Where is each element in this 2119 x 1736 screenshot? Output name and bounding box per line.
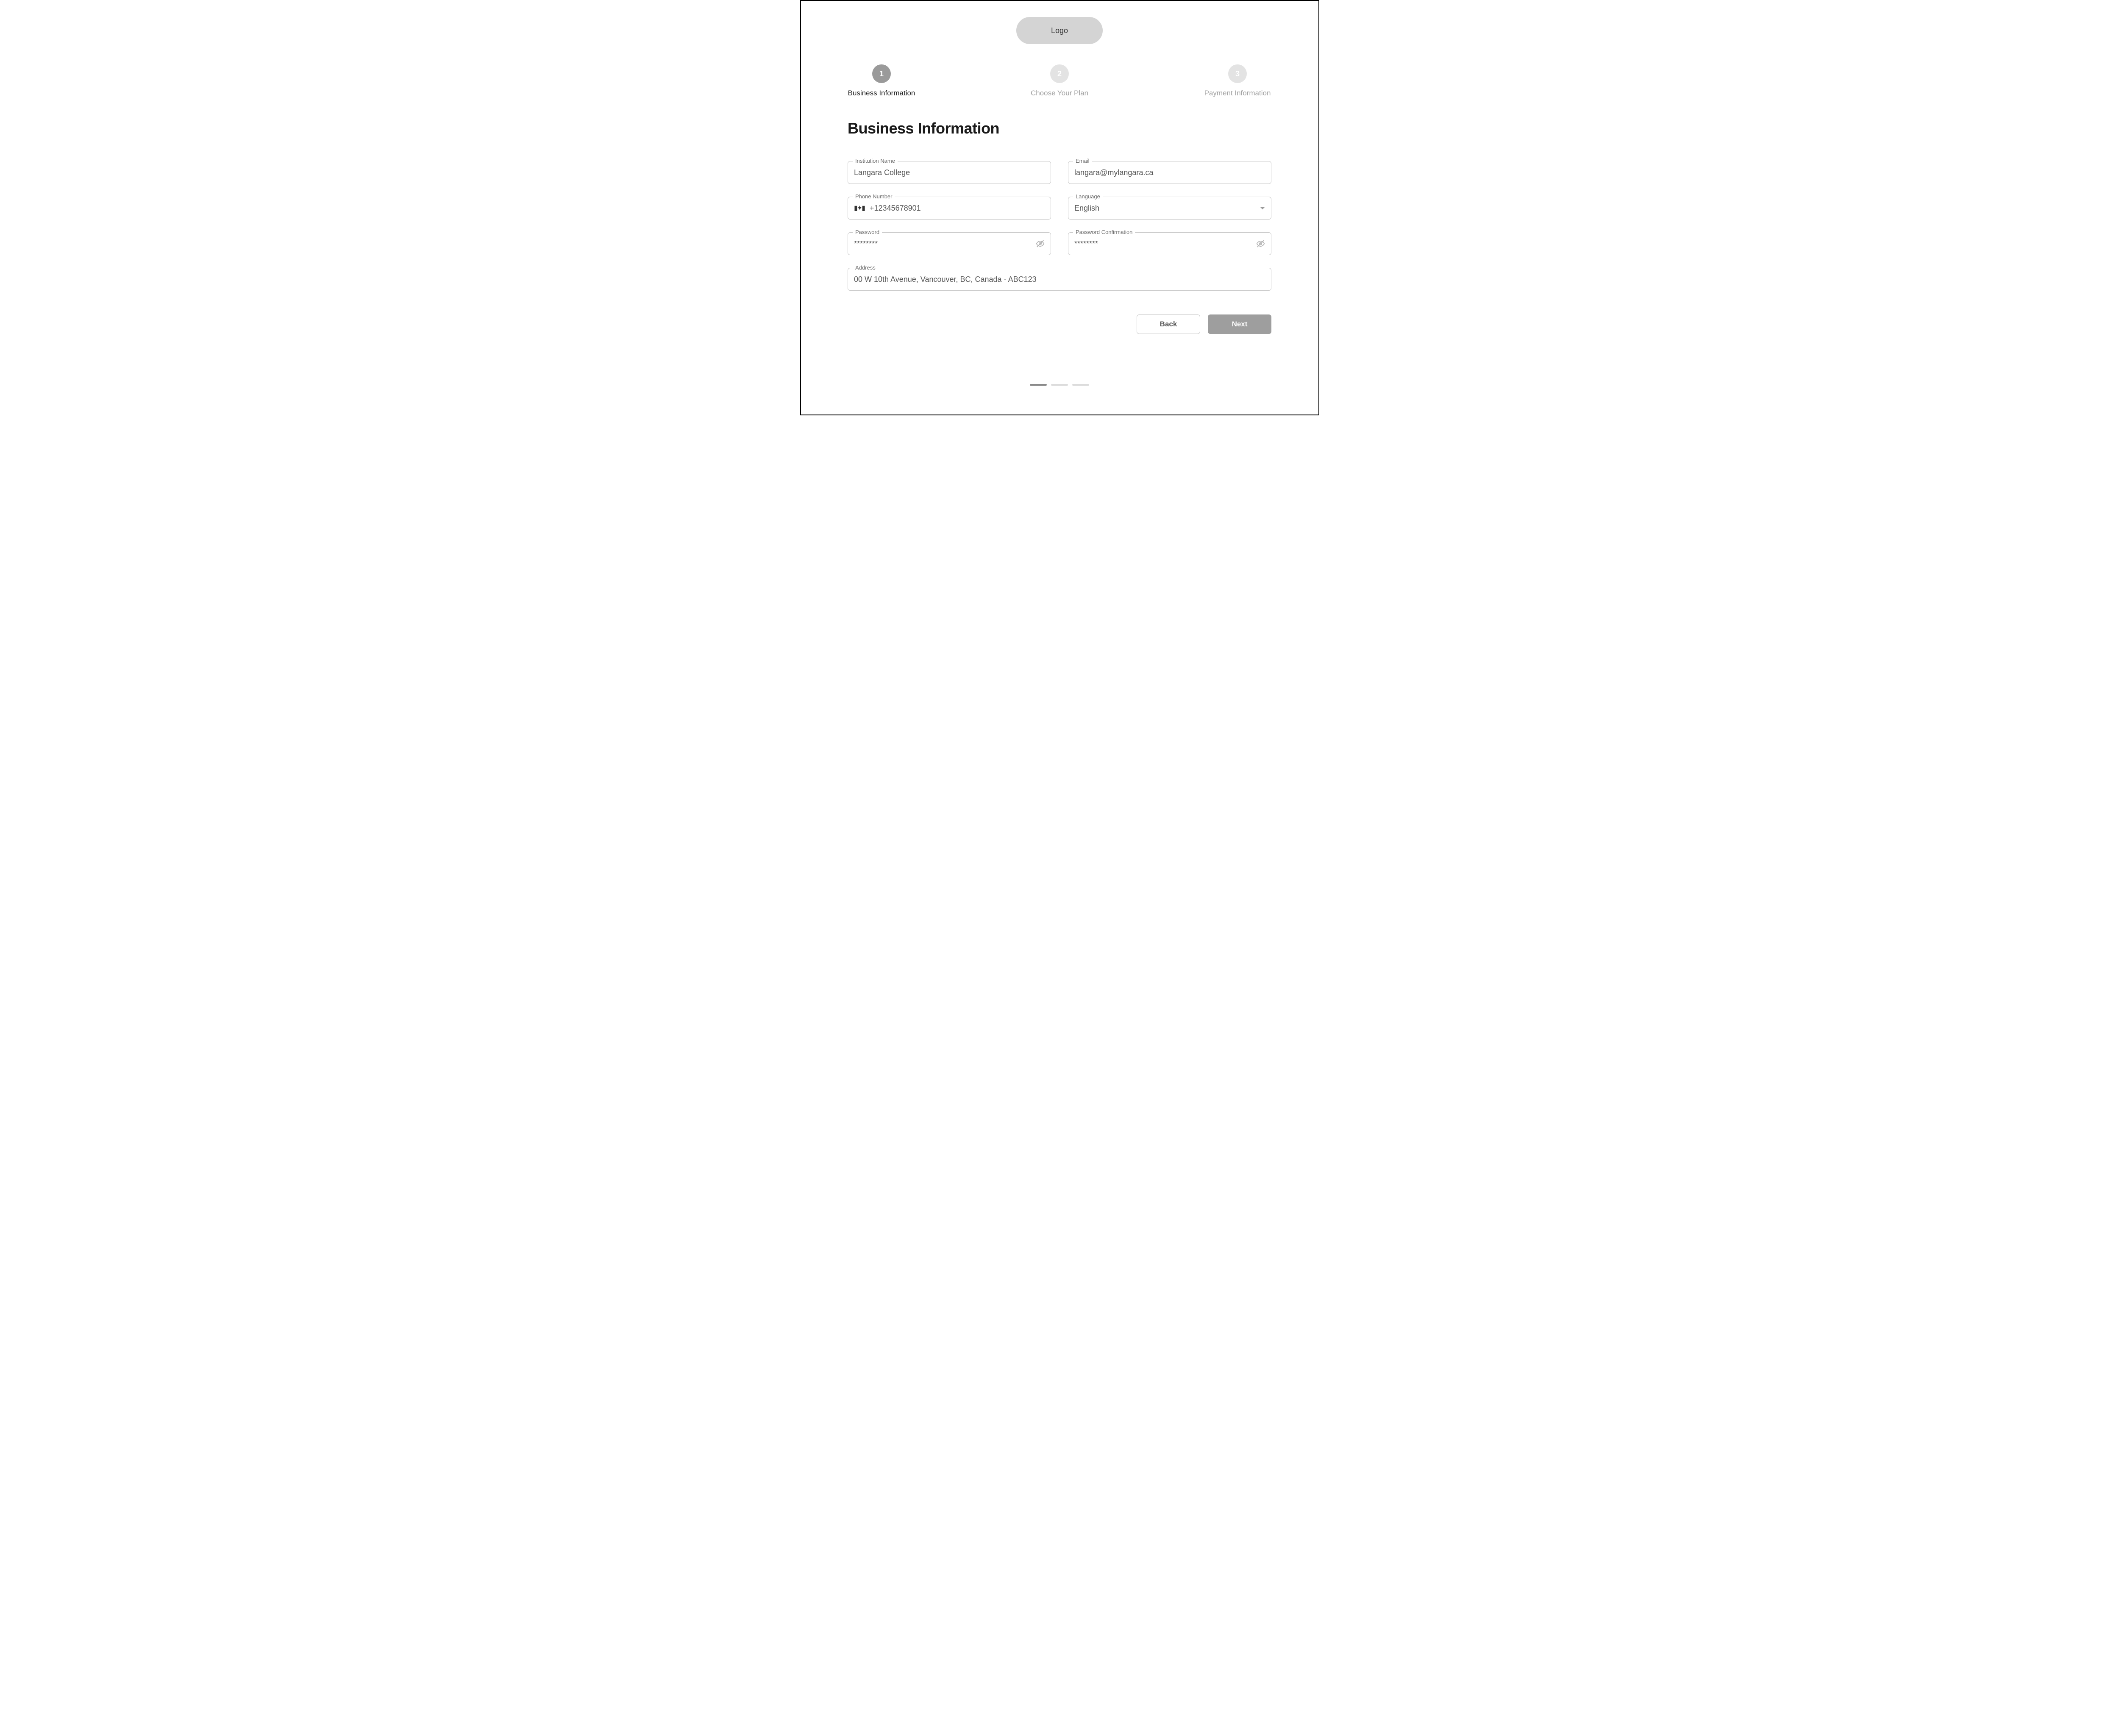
step-label: Business Information (848, 89, 915, 97)
field-label: Password (853, 229, 882, 235)
password-confirmation-input-box[interactable] (1068, 232, 1271, 255)
address-field: Address (848, 268, 1271, 291)
field-label: Institution Name (853, 158, 898, 164)
address-input[interactable] (854, 275, 1265, 284)
form: Institution Name Email Phone Number ▮✦▮ (848, 161, 1271, 291)
step-label: Choose Your Plan (1031, 89, 1088, 97)
logo-label: Logo (1051, 26, 1068, 35)
step-number: 3 (1228, 64, 1247, 83)
page-title: Business Information (848, 120, 1271, 137)
back-button[interactable]: Back (1137, 314, 1200, 334)
stepper: 1 Business Information 2 Choose Your Pla… (848, 64, 1271, 103)
institution-name-field: Institution Name (848, 161, 1051, 184)
page-dash[interactable] (1051, 384, 1068, 386)
eye-off-icon[interactable] (1256, 239, 1265, 248)
email-input-box[interactable] (1068, 161, 1271, 184)
chevron-down-icon (1260, 207, 1265, 209)
content: Business Information Institution Name Em… (848, 120, 1271, 334)
field-label: Password Confirmation (1073, 229, 1135, 235)
password-field: Password (848, 232, 1051, 255)
next-button[interactable]: Next (1208, 314, 1271, 334)
action-bar: Back Next (848, 314, 1271, 334)
field-label: Address (853, 264, 878, 271)
email-field: Email (1068, 161, 1271, 184)
logo: Logo (1016, 17, 1103, 44)
step-business-information[interactable]: 1 Business Information (839, 64, 924, 97)
step-choose-plan[interactable]: 2 Choose Your Plan (1017, 64, 1102, 97)
password-confirmation-field: Password Confirmation (1068, 232, 1271, 255)
canada-flag-icon: ▮✦▮ (854, 204, 865, 212)
phone-input-box[interactable]: ▮✦▮ (848, 197, 1051, 220)
step-payment-information[interactable]: 3 Payment Information (1195, 64, 1280, 97)
password-confirmation-input[interactable] (1074, 239, 1256, 248)
language-field: Language English (1068, 197, 1271, 220)
field-label: Email (1073, 158, 1092, 164)
field-label: Language (1073, 193, 1103, 200)
address-input-box[interactable] (848, 268, 1271, 291)
password-input[interactable] (854, 239, 1036, 248)
app-frame: Logo 1 Business Information 2 Choose You… (800, 0, 1319, 415)
field-label: Phone Number (853, 193, 895, 200)
page-dash[interactable] (1030, 384, 1047, 386)
phone-input[interactable] (870, 204, 1045, 213)
phone-field: Phone Number ▮✦▮ (848, 197, 1051, 220)
page-dash[interactable] (1072, 384, 1089, 386)
password-input-box[interactable] (848, 232, 1051, 255)
language-value: English (1074, 204, 1099, 213)
language-select[interactable]: English (1068, 197, 1271, 220)
page-indicator (1030, 384, 1089, 386)
institution-name-input-box[interactable] (848, 161, 1051, 184)
step-number: 1 (872, 64, 891, 83)
email-input[interactable] (1074, 168, 1265, 177)
step-number: 2 (1050, 64, 1069, 83)
institution-name-input[interactable] (854, 168, 1045, 177)
eye-off-icon[interactable] (1036, 239, 1045, 248)
step-label: Payment Information (1204, 89, 1271, 97)
